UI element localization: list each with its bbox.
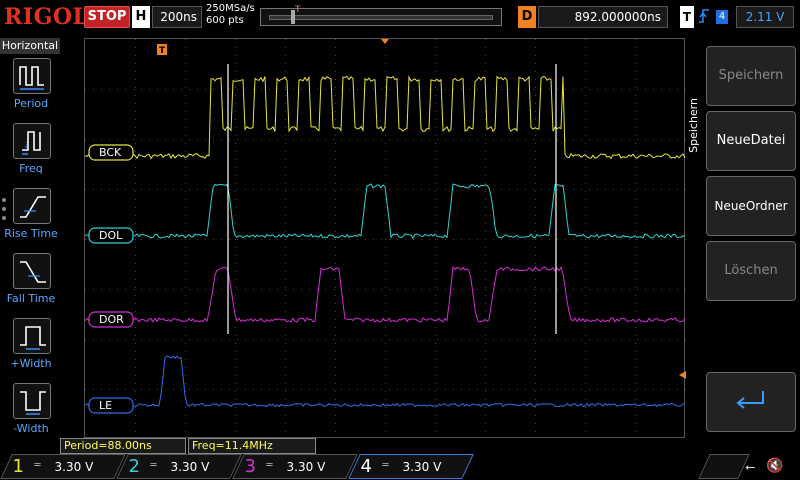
memory-overview-strip[interactable]: T: [260, 5, 502, 26]
period-icon: [13, 58, 51, 94]
blank-tab: [698, 454, 750, 479]
channel-3-number: 3: [244, 456, 256, 477]
speaker-muted-icon[interactable]: 🔇: [766, 458, 783, 474]
save-button[interactable]: Speichern: [706, 46, 796, 106]
channel-2-scale: 3.30 V: [170, 460, 210, 474]
neg-width-icon: [13, 383, 51, 419]
channel-1-number: 1: [12, 456, 24, 477]
trace-labels: 1BCK2DOL3DOR4LE: [65, 144, 134, 414]
memory-depth: 600 pts: [206, 15, 244, 26]
horizontal-measure-panel: Horizontal Period ⇣ Freq Rise Time Fall …: [0, 38, 60, 438]
dc-coupling-icon: ═: [150, 460, 157, 471]
measure-pos-width[interactable]: +Width: [0, 318, 60, 378]
acquisition-info: 250MSa/s 600 pts: [206, 3, 255, 27]
trigger-position-marker: T: [295, 5, 301, 15]
period-readout: Period=88.00ns: [60, 438, 186, 454]
channel-3-scale: 3.30 V: [286, 460, 326, 474]
measure-neg-width-label: -Width: [13, 422, 49, 435]
delay-badge: D: [518, 6, 536, 28]
usb-icon: ⭠: [745, 460, 756, 475]
measure-pos-width-label: +Width: [10, 357, 52, 370]
measurement-results: Period=88.00ns Freq=11.4MHz: [60, 438, 320, 454]
return-icon: [736, 391, 764, 409]
center-marker: [381, 39, 389, 44]
trace-label-dor: DOR: [99, 313, 124, 326]
channel-4-scale: 3.30 V: [402, 460, 442, 474]
svg-text:⇣: ⇣: [23, 141, 30, 150]
measure-freq-label: Freq: [19, 162, 43, 175]
channel-bar: 1 ═ 3.30 V 2 ═ 3.30 V 3 ═ 3.30 V 4 ═ 3.3…: [0, 454, 800, 480]
waveform-canvas: T 1BCK2DOL3DOR4LE: [65, 39, 686, 440]
graticule: [85, 39, 686, 440]
measure-rise-time-label: Rise Time: [4, 227, 58, 240]
trigger-badge: T: [680, 6, 694, 28]
timebase-value[interactable]: 200ns: [152, 6, 202, 28]
freq-icon: ⇣: [13, 123, 51, 159]
fall-time-icon: [13, 253, 51, 289]
sample-rate: 250MSa/s: [206, 3, 255, 14]
channel-1-tab[interactable]: 1 ═ 3.30 V: [0, 454, 126, 479]
measure-rise-time[interactable]: Rise Time: [0, 188, 60, 248]
bck-trace: [84, 75, 686, 160]
le-trace: [84, 355, 686, 408]
dor-trace: [84, 265, 686, 323]
brand-logo: RIGOL: [4, 4, 89, 30]
new-folder-button[interactable]: NeueOrdner: [706, 176, 796, 236]
rise-time-icon: [13, 188, 51, 224]
menu-tab-label: Speichern: [687, 98, 700, 153]
channel-4-number: 4: [360, 456, 372, 477]
measure-freq[interactable]: ⇣ Freq: [0, 123, 60, 183]
channel-3-tab[interactable]: 3 ═ 3.30 V: [232, 454, 358, 479]
memory-bar: [269, 15, 493, 20]
delay-value[interactable]: 892.000000ns: [538, 6, 668, 28]
rising-edge-icon: [698, 8, 710, 28]
trace-label-dol: DOL: [99, 229, 123, 242]
run-stop-button[interactable]: STOP: [84, 6, 130, 28]
trace-label-bck: BCK: [99, 146, 122, 159]
horizontal-badge: H: [132, 6, 150, 28]
waveform-display[interactable]: T 1BCK2DOL3DOR4LE: [65, 38, 686, 440]
dol-trace: [84, 183, 686, 239]
waveform-traces: [84, 75, 686, 408]
panel-title: Horizontal: [0, 38, 60, 54]
dc-coupling-icon: ═: [266, 460, 273, 471]
channel-2-tab[interactable]: 2 ═ 3.30 V: [116, 454, 242, 479]
dc-coupling-icon: ═: [382, 460, 389, 471]
delete-button[interactable]: Löschen: [706, 241, 796, 301]
freq-readout: Freq=11.4MHz: [188, 438, 316, 454]
return-button[interactable]: [706, 372, 796, 432]
svg-text:T: T: [159, 46, 166, 56]
save-menu-panel: Speichern Speichern NeueDatei NeueOrdner…: [686, 38, 800, 438]
trigger-level-value[interactable]: 2.11 V: [736, 6, 794, 28]
measure-fall-time-label: Fall Time: [6, 292, 56, 305]
trace-label-le: LE: [99, 399, 112, 412]
trigger-level-marker: [679, 371, 686, 379]
measure-neg-width[interactable]: -Width: [0, 383, 60, 443]
measure-fall-time[interactable]: Fall Time: [0, 253, 60, 313]
channel-4-tab[interactable]: 4 ═ 3.30 V: [348, 454, 474, 479]
new-file-button[interactable]: NeueDatei: [706, 111, 796, 171]
dc-coupling-icon: ═: [34, 460, 41, 471]
channel-1-scale: 3.30 V: [54, 460, 94, 474]
measure-period-label: Period: [13, 97, 49, 110]
trigger-source-badge: 4: [716, 10, 728, 24]
channel-2-number: 2: [128, 456, 140, 477]
measure-period[interactable]: Period: [0, 58, 60, 118]
menu-tab: Speichern: [686, 38, 704, 438]
pos-width-icon: [13, 318, 51, 354]
top-status-bar: RIGOL STOP H 200ns 250MSa/s 600 pts T D …: [0, 0, 800, 36]
